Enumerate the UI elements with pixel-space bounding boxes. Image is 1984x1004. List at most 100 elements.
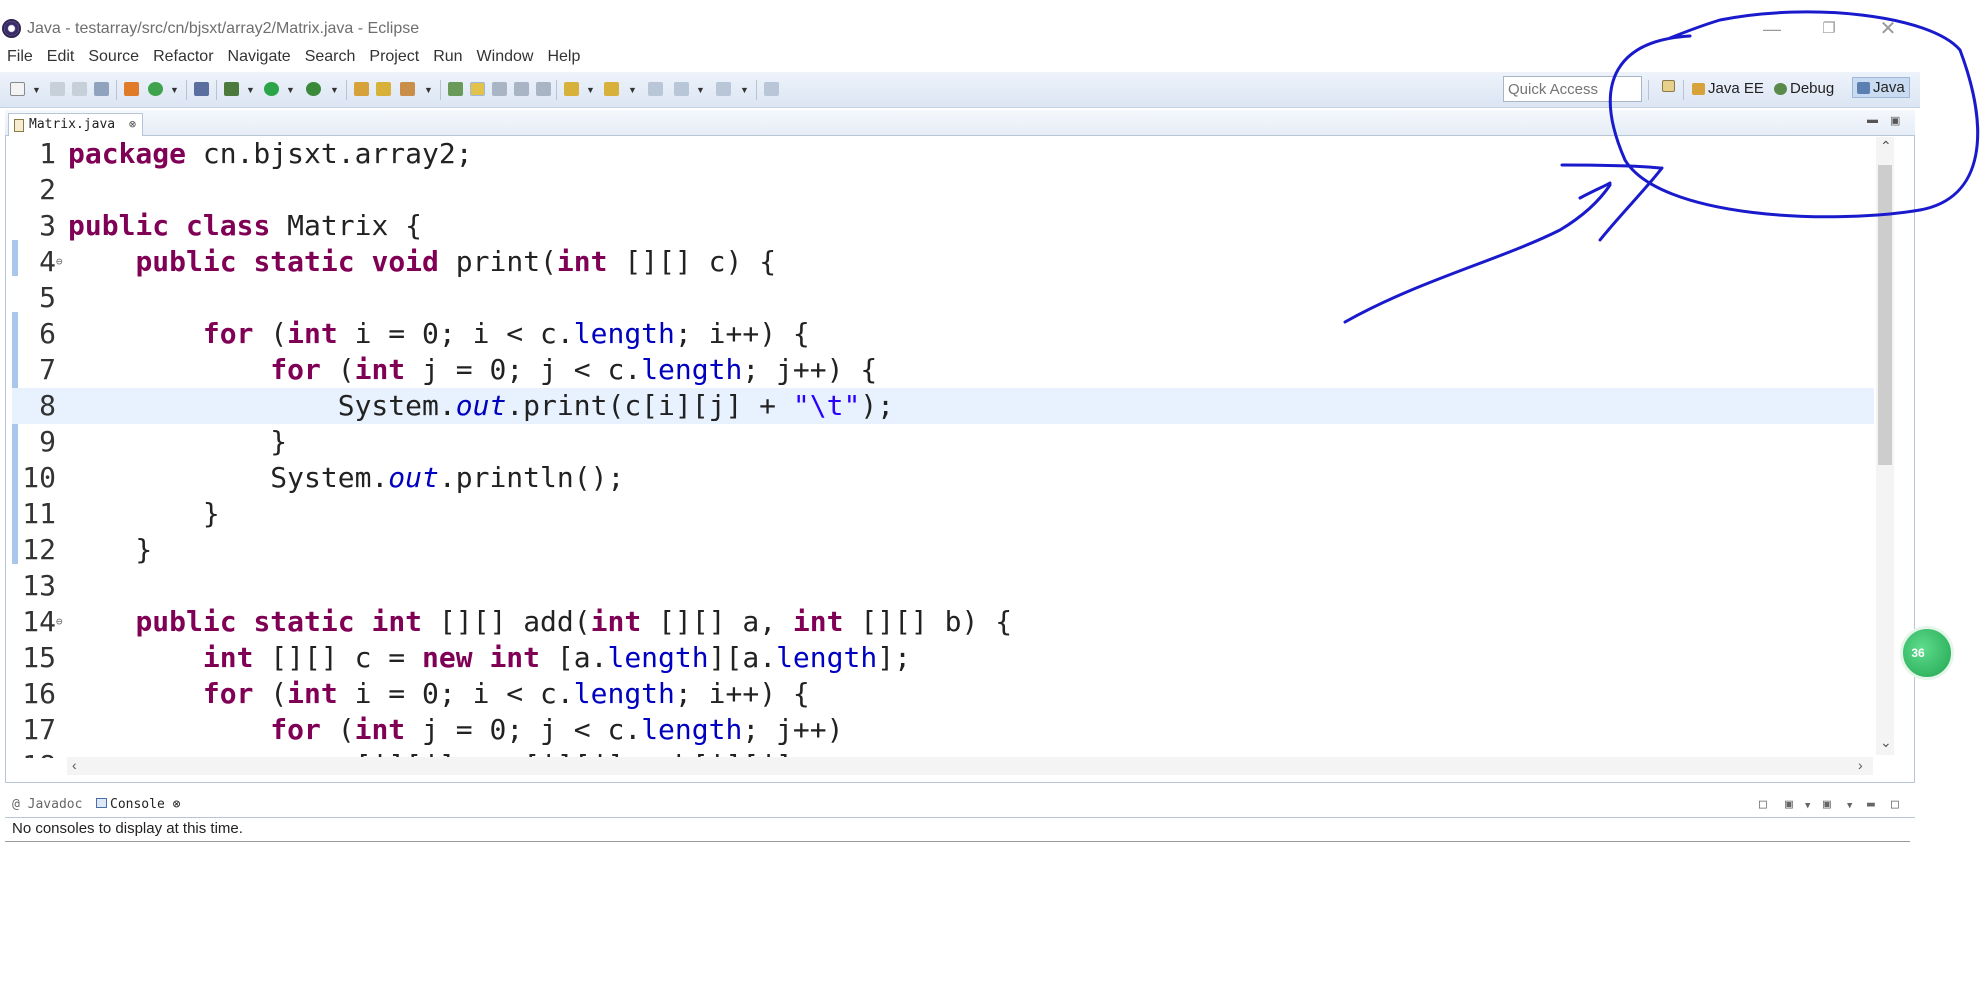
pin-editor-icon[interactable] bbox=[764, 82, 779, 96]
external-tools-dropdown-icon[interactable]: ▼ bbox=[330, 85, 339, 95]
minimize-button[interactable]: — bbox=[1752, 16, 1792, 42]
save-icon[interactable] bbox=[50, 82, 65, 96]
floating-badge[interactable]: 36 bbox=[1900, 626, 1954, 680]
code-token: ][a. bbox=[708, 641, 777, 674]
search-dropdown-icon[interactable]: ▼ bbox=[424, 85, 433, 95]
line-number: 2 bbox=[39, 173, 56, 206]
code-token: ; j++) { bbox=[742, 353, 878, 386]
next-annotation-dropdown-icon[interactable]: ▼ bbox=[586, 85, 595, 95]
fold-toggle-icon[interactable]: ⊖ bbox=[56, 244, 63, 280]
show-whitespace-icon[interactable] bbox=[536, 82, 551, 96]
restore-button[interactable]: ❐ bbox=[1809, 16, 1849, 42]
tab-close-icon[interactable]: ⊗ bbox=[129, 117, 136, 131]
forward-icon[interactable] bbox=[716, 82, 731, 96]
new-console-icon[interactable]: ▣ bbox=[1823, 797, 1831, 812]
close-button[interactable]: ✕ bbox=[1868, 16, 1908, 42]
code-line: 17 for (int j = 0; j < c.length; j++) bbox=[12, 712, 1874, 748]
editor-tab-bar: Matrix.java ⊗ bbox=[5, 110, 1915, 136]
quick-access-input[interactable] bbox=[1503, 76, 1642, 102]
print-icon[interactable] bbox=[94, 82, 109, 96]
skip-breakpoints-icon[interactable] bbox=[194, 82, 209, 96]
new-java-package-icon[interactable] bbox=[124, 82, 139, 96]
line-text: System.out.println(); bbox=[68, 460, 624, 496]
menu-search[interactable]: Search bbox=[298, 46, 363, 70]
open-type-icon[interactable] bbox=[376, 82, 391, 96]
run-dropdown-icon[interactable]: ▼ bbox=[286, 85, 295, 95]
tab-console[interactable]: Console ⊗ bbox=[96, 797, 180, 812]
save-all-icon[interactable] bbox=[72, 82, 87, 96]
field-token: length bbox=[573, 317, 675, 350]
maximize-panel-icon[interactable]: □ bbox=[1891, 797, 1899, 812]
menu-help[interactable]: Help bbox=[540, 46, 587, 70]
refresh-dropdown-icon[interactable]: ▼ bbox=[170, 85, 179, 95]
maximize-view-icon[interactable]: ▣ bbox=[1890, 114, 1900, 127]
back-dropdown-icon[interactable]: ▼ bbox=[696, 85, 705, 95]
new-icon[interactable] bbox=[10, 82, 25, 96]
scroll-down-icon[interactable]: ⌄ bbox=[1880, 734, 1892, 751]
string-token: "\t" bbox=[792, 389, 861, 422]
tab-close-icon[interactable]: ⊗ bbox=[173, 797, 181, 812]
run-icon[interactable] bbox=[264, 82, 279, 96]
word-wrap-icon[interactable] bbox=[514, 82, 529, 96]
menu-edit[interactable]: Edit bbox=[40, 46, 82, 70]
code-line: 2 bbox=[12, 172, 1874, 208]
scroll-left-icon[interactable]: ‹ bbox=[72, 757, 77, 773]
code-token: i = 0; i < c. bbox=[354, 317, 574, 350]
keyword-token: new bbox=[422, 641, 490, 674]
keyword-token: static bbox=[253, 605, 372, 638]
view-menu-icon[interactable]: ▼ bbox=[1847, 801, 1852, 811]
forward-dropdown-icon[interactable]: ▼ bbox=[740, 85, 749, 95]
keyword-token: public bbox=[68, 209, 187, 242]
scroll-up-icon[interactable]: ⌃ bbox=[1880, 138, 1892, 155]
code-token: [][] c = bbox=[270, 641, 423, 674]
display-console-dropdown-icon[interactable]: ▼ bbox=[1805, 801, 1810, 811]
keyword-token: int bbox=[371, 605, 439, 638]
search-icon[interactable] bbox=[400, 82, 415, 96]
keyword-token: for bbox=[202, 317, 271, 350]
tab-matrix-java[interactable]: Matrix.java ⊗ bbox=[8, 113, 144, 136]
scroll-right-icon[interactable]: › bbox=[1858, 757, 1863, 773]
menu-source[interactable]: Source bbox=[81, 46, 146, 70]
horizontal-scrollbar[interactable] bbox=[67, 757, 1873, 775]
display-console-icon[interactable]: ▣ bbox=[1785, 797, 1793, 812]
block-selection-icon[interactable] bbox=[492, 82, 507, 96]
new-dropdown-icon[interactable]: ▼ bbox=[32, 85, 41, 95]
previous-annotation-icon[interactable] bbox=[604, 82, 619, 96]
menu-project[interactable]: Project bbox=[362, 46, 426, 70]
menu-window[interactable]: Window bbox=[470, 46, 541, 70]
code-token: ( bbox=[270, 317, 288, 350]
annotation-icon[interactable] bbox=[448, 82, 463, 96]
field-token: length bbox=[641, 353, 743, 386]
tab-javadoc[interactable]: @ Javadoc bbox=[12, 797, 82, 812]
perspective-java[interactable]: Java bbox=[1852, 77, 1910, 98]
open-console-icon[interactable]: □ bbox=[1759, 797, 1767, 812]
menu-refactor[interactable]: Refactor bbox=[146, 46, 220, 70]
tab-javadoc-label: Javadoc bbox=[27, 797, 83, 812]
fold-toggle-icon[interactable]: ⊖ bbox=[56, 604, 63, 640]
debug-dropdown-icon[interactable]: ▼ bbox=[246, 85, 255, 95]
line-text: public static int [][] add(int [][] a, i… bbox=[68, 604, 1012, 640]
menu-run[interactable]: Run bbox=[426, 46, 469, 70]
previous-annotation-dropdown-icon[interactable]: ▼ bbox=[628, 85, 637, 95]
field-token: length bbox=[776, 641, 878, 674]
debug-icon[interactable] bbox=[224, 82, 239, 96]
next-annotation-icon[interactable] bbox=[564, 82, 579, 96]
perspective-java-ee[interactable]: Java EE bbox=[1692, 80, 1764, 97]
line-text: System.out.print(c[i][j] + "\t"); bbox=[68, 388, 894, 424]
mark-occurrences-icon[interactable] bbox=[470, 82, 485, 96]
vertical-scrollbar[interactable] bbox=[1876, 137, 1894, 755]
back-icon[interactable] bbox=[674, 82, 689, 96]
code-editor[interactable]: 1 package cn.bjsxt.array2; 2 3 public clas… bbox=[12, 136, 1874, 758]
new-java-project-icon[interactable] bbox=[354, 82, 369, 96]
run-external-tools-icon[interactable] bbox=[306, 82, 321, 96]
scrollbar-thumb[interactable] bbox=[1878, 165, 1892, 465]
minimize-view-icon[interactable]: ▬ bbox=[1867, 114, 1878, 126]
menu-file[interactable]: File bbox=[0, 46, 40, 70]
line-number: 5 bbox=[39, 281, 56, 314]
perspective-debug[interactable]: Debug bbox=[1774, 80, 1834, 97]
menu-navigate[interactable]: Navigate bbox=[221, 46, 298, 70]
refresh-icon[interactable] bbox=[148, 82, 163, 96]
open-perspective-button[interactable] bbox=[1662, 80, 1675, 92]
minimize-panel-icon[interactable]: ▬ bbox=[1867, 797, 1875, 812]
last-edit-location-icon[interactable] bbox=[648, 82, 663, 96]
